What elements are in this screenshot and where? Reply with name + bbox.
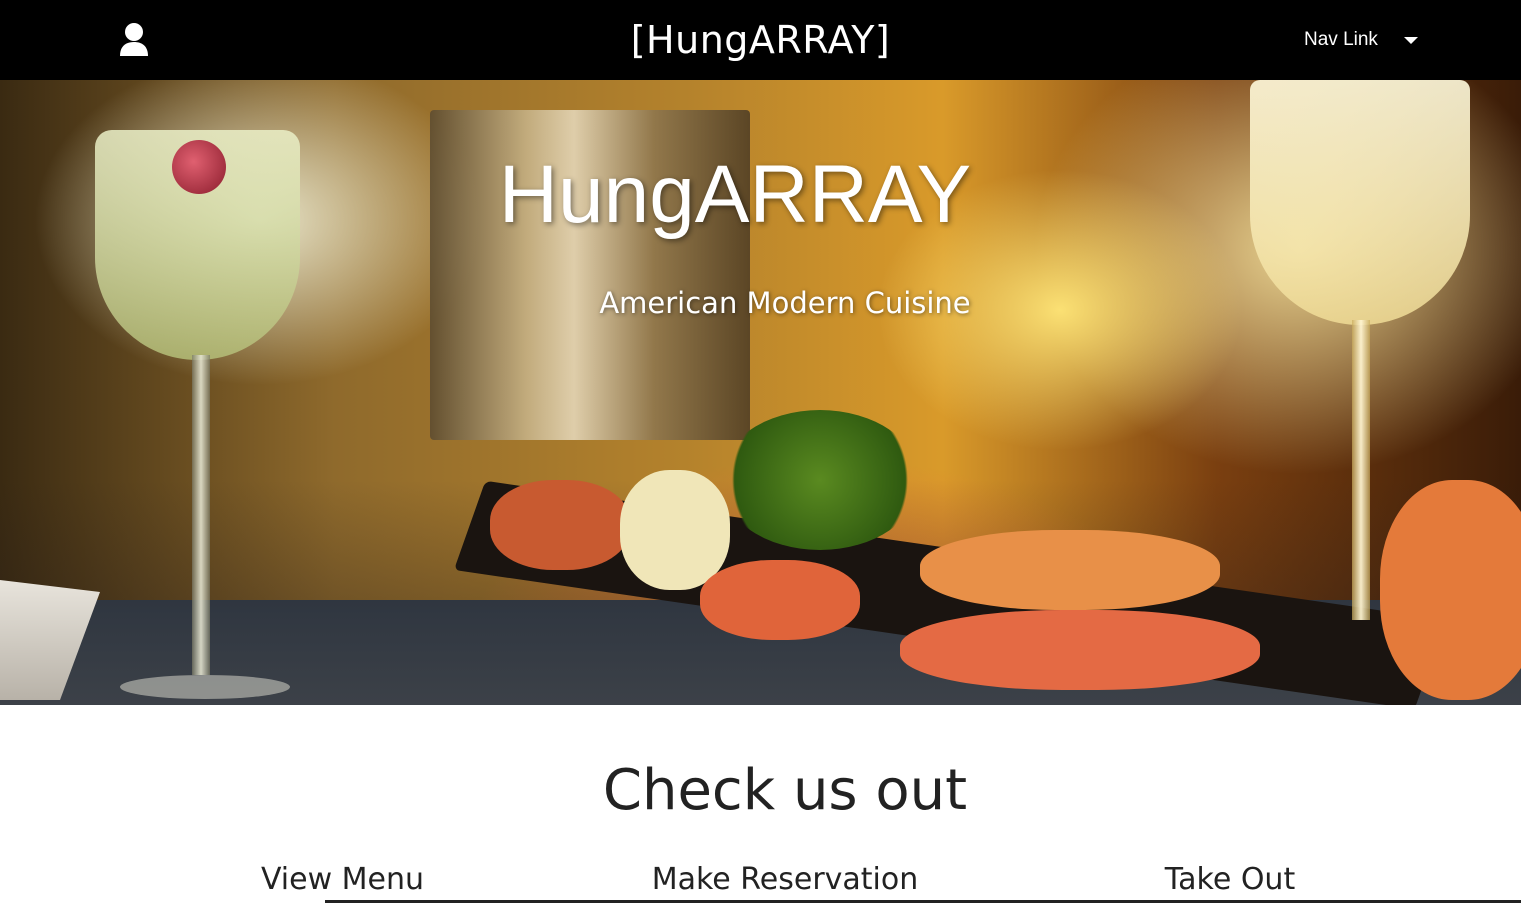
hero-glass-left-stem xyxy=(192,355,210,675)
hero-glass-left-base xyxy=(120,675,290,699)
user-icon[interactable] xyxy=(118,22,150,58)
caret-down-icon xyxy=(1403,36,1418,44)
nav-link-dropdown[interactable]: Nav Link xyxy=(1304,27,1418,53)
hero-garnish xyxy=(720,410,920,550)
hero-glass-right-stem xyxy=(1352,320,1370,620)
make-reservation-link[interactable]: Make Reservation xyxy=(560,860,1010,900)
hero-sushi xyxy=(900,610,1260,690)
view-menu-link[interactable]: View Menu xyxy=(160,860,525,900)
navbar: [HungARRAY] Nav Link xyxy=(0,0,1521,80)
hero-sushi xyxy=(490,480,630,570)
hero-banner: HungARRAY American Modern Cuisine xyxy=(0,80,1521,705)
hero-sushi xyxy=(920,530,1220,610)
action-links: View Menu Make Reservation Take Out xyxy=(0,860,1521,903)
hero-title: HungARRAY xyxy=(498,149,972,240)
hero-sushi xyxy=(620,470,730,590)
take-out-link[interactable]: Take Out xyxy=(1040,860,1420,900)
nav-link-label: Nav Link xyxy=(1304,29,1378,50)
section-title: Check us out xyxy=(602,758,968,823)
brand: [HungARRAY] xyxy=(0,0,1521,80)
hero-sushi xyxy=(700,560,860,640)
hero-sushi xyxy=(1380,480,1521,700)
hero-subtitle: American Modern Cuisine xyxy=(599,286,971,320)
brand-link[interactable]: [HungARRAY] xyxy=(631,18,891,62)
